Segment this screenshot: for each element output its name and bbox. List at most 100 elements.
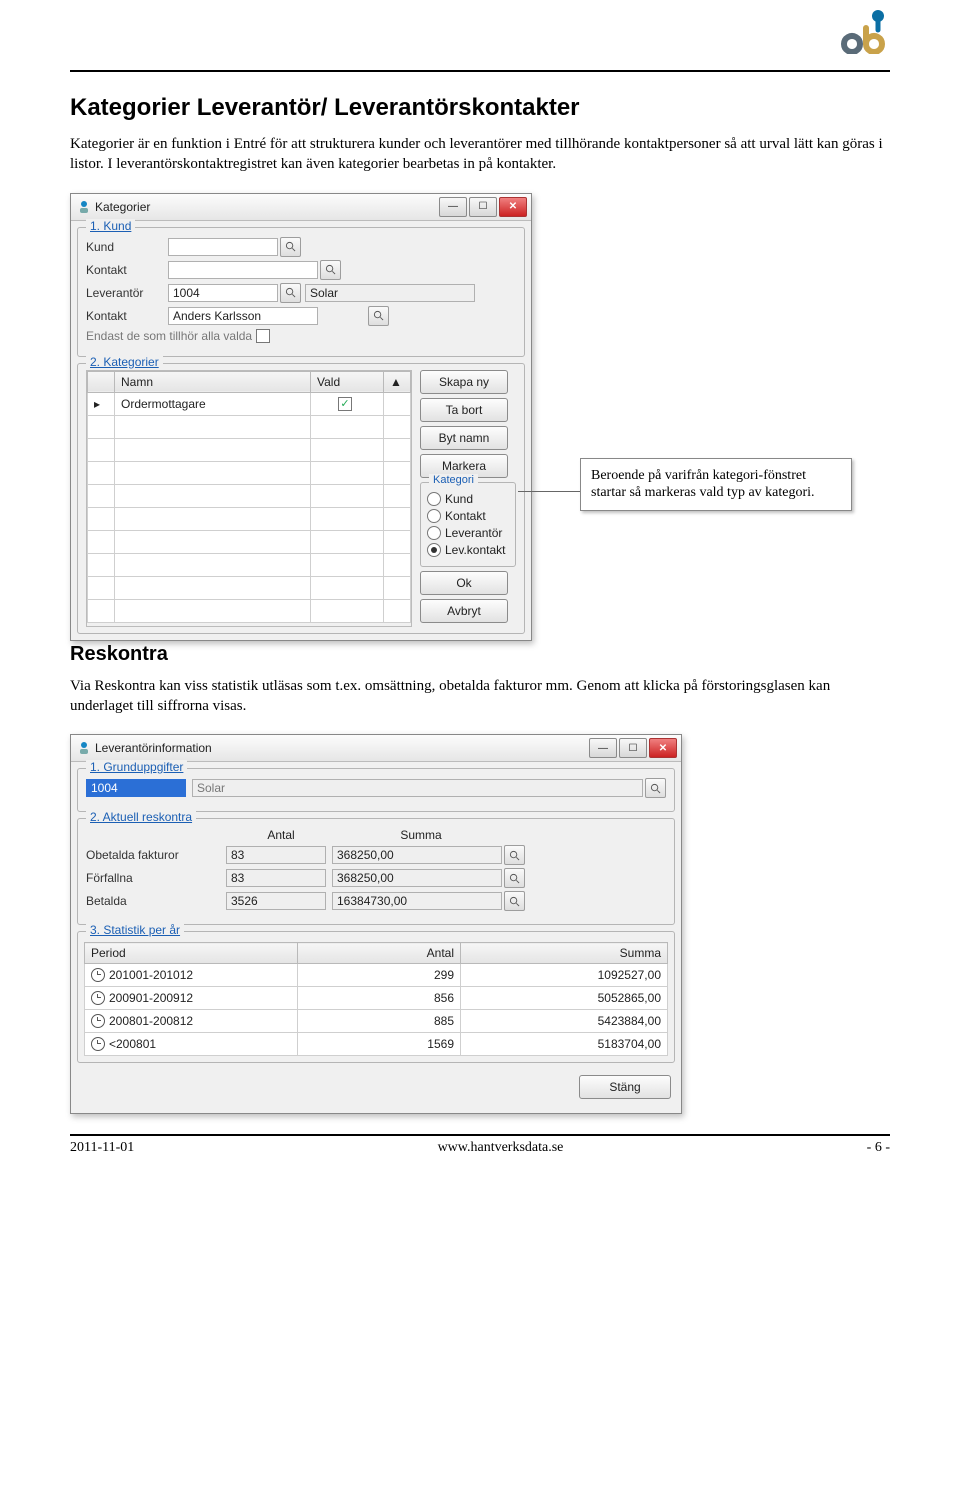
row-summa: 368250,00	[332, 846, 502, 864]
app-icon	[77, 741, 91, 755]
col-namn[interactable]: Namn	[115, 371, 311, 392]
lev-kontakt-input[interactable]: Anders Karlsson	[168, 307, 318, 325]
radio-leverantor[interactable]: Leverantör	[427, 526, 509, 540]
col-summa[interactable]: Summa	[461, 943, 668, 964]
section-heading-reskontra: Reskontra	[70, 643, 890, 666]
table-row[interactable]: ▸ Ordermottagare ✓	[88, 392, 411, 415]
group-statistik: 3. Statistik per år	[86, 923, 184, 937]
byt-namn-button[interactable]: Byt namn	[420, 426, 508, 450]
endast-checkbox[interactable]	[256, 329, 270, 343]
row-label: Obetalda fakturor	[86, 848, 226, 862]
close-button[interactable]: ✕	[649, 738, 677, 758]
group-kategorier-label: 2. Kategorier	[86, 355, 163, 369]
col-antal[interactable]: Antal	[298, 943, 461, 964]
row-checkbox[interactable]: ✓	[338, 397, 352, 411]
leverantor-lookup-button[interactable]	[280, 283, 301, 303]
row-lookup-button[interactable]	[504, 891, 525, 911]
callout-connector	[518, 491, 580, 492]
row-lookup-button[interactable]	[504, 868, 525, 888]
kund-kontakt-lookup-button[interactable]	[320, 260, 341, 280]
table-row[interactable]: 200801-2008128855423884,00	[85, 1010, 668, 1033]
footer-date: 2011-11-01	[70, 1140, 134, 1156]
table-row[interactable]: 200901-2009128565052865,00	[85, 987, 668, 1010]
skapa-ny-button[interactable]: Skapa ny	[420, 370, 508, 394]
callout-box: Beroende på varifrån kategori-fönstret s…	[580, 458, 852, 511]
radio-levkontakt[interactable]: Lev.kontakt	[427, 543, 509, 557]
header-summa: Summa	[336, 828, 506, 842]
leverantor-name: Solar	[305, 284, 475, 302]
row-summa: 16384730,00	[332, 892, 502, 910]
statistik-table[interactable]: Period Antal Summa 201001-20101229910925…	[84, 942, 668, 1056]
kund-kontakt-input[interactable]	[168, 261, 318, 279]
window-leverantorinfo: Leverantörinformation — ☐ ✕ 1. Grunduppg…	[70, 734, 682, 1114]
leverantor-input[interactable]: 1004	[168, 284, 278, 302]
stang-button[interactable]: Stäng	[579, 1075, 671, 1099]
grund-lookup-button[interactable]	[645, 778, 666, 798]
kund-input[interactable]	[168, 238, 278, 256]
cell-antal: 299	[298, 964, 461, 987]
col-period[interactable]: Period	[85, 943, 298, 964]
ta-bort-button[interactable]: Ta bort	[420, 398, 508, 422]
label-leverantor: Leverantör	[86, 286, 168, 300]
cell-period: 201001-201012	[85, 964, 298, 987]
row-label: Betalda	[86, 894, 226, 908]
row-label: Förfallna	[86, 871, 226, 885]
row-lookup-button[interactable]	[504, 845, 525, 865]
group-kund-label: 1. Kund	[86, 219, 135, 233]
clock-icon	[91, 1037, 105, 1051]
group-aktuell-reskontra: 2. Aktuell reskontra	[86, 810, 196, 824]
group-grunduppgifter: 1. Grunduppgifter	[86, 760, 187, 774]
grund-name: Solar	[192, 779, 643, 797]
radio-kund[interactable]: Kund	[427, 492, 509, 506]
minimize-button[interactable]: —	[439, 197, 467, 217]
cell-period: 200801-200812	[85, 1010, 298, 1033]
reskontra-row: Obetalda fakturor83 368250,00	[86, 845, 666, 865]
cell-antal: 885	[298, 1010, 461, 1033]
cell-summa: 5052865,00	[461, 987, 668, 1010]
table-row[interactable]: 201001-2010122991092527,00	[85, 964, 668, 987]
reskontra-row: Förfallna83368250,00	[86, 868, 666, 888]
cell-period: <200801	[85, 1033, 298, 1056]
cell-namn: Ordermottagare	[115, 392, 311, 415]
row-antal: 83	[226, 846, 326, 864]
kund-lookup-button[interactable]	[280, 237, 301, 257]
cell-period: 200901-200912	[85, 987, 298, 1010]
grund-id[interactable]: 1004	[86, 779, 186, 797]
table-row[interactable]: <20080115695183704,00	[85, 1033, 668, 1056]
header-rule	[70, 70, 890, 72]
kategorier-table[interactable]: Namn Vald ▲ ▸ Ordermottagare ✓	[87, 371, 411, 623]
footer-url: www.hantverksdata.se	[438, 1140, 564, 1156]
close-button[interactable]: ✕	[499, 197, 527, 217]
label-kontakt1: Kontakt	[86, 263, 168, 277]
paragraph-reskontra: Via Reskontra kan viss statistik utläsas…	[70, 676, 890, 717]
window-kategorier: Kategorier — ☐ ✕ 1. Kund Kund	[70, 193, 532, 641]
reskontra-row: Betalda3526 16384730,00	[86, 891, 666, 911]
label-kund: Kund	[86, 240, 168, 254]
header-antal: Antal	[226, 828, 336, 842]
window-title: Kategorier	[95, 200, 150, 214]
app-icon	[77, 200, 91, 214]
clock-icon	[91, 991, 105, 1005]
clock-icon	[91, 1014, 105, 1028]
row-summa: 368250,00	[332, 869, 502, 887]
radio-kontakt[interactable]: Kontakt	[427, 509, 509, 523]
col-vald[interactable]: Vald	[311, 371, 384, 392]
cell-summa: 5423884,00	[461, 1010, 668, 1033]
section-heading-kategorier: Kategorier Leverantör/ Leverantörskontak…	[70, 94, 890, 122]
avbryt-button[interactable]: Avbryt	[420, 599, 508, 623]
cell-summa: 5183704,00	[461, 1033, 668, 1056]
label-endast: Endast de som tillhör alla valda	[86, 329, 256, 343]
clock-icon	[91, 968, 105, 982]
minimize-button[interactable]: —	[589, 738, 617, 758]
lev-kontakt-lookup-button[interactable]	[368, 306, 389, 326]
brand-logo	[834, 8, 890, 59]
maximize-button[interactable]: ☐	[619, 738, 647, 758]
label-kontakt2: Kontakt	[86, 309, 168, 323]
row-antal: 3526	[226, 892, 326, 910]
ok-button[interactable]: Ok	[420, 571, 508, 595]
cell-antal: 856	[298, 987, 461, 1010]
footer-page: - 6 -	[867, 1140, 890, 1156]
paragraph-intro: Kategorier är en funktion i Entré för at…	[70, 134, 890, 175]
maximize-button[interactable]: ☐	[469, 197, 497, 217]
callout-text: Beroende på varifrån kategori-fönstret s…	[591, 468, 815, 501]
